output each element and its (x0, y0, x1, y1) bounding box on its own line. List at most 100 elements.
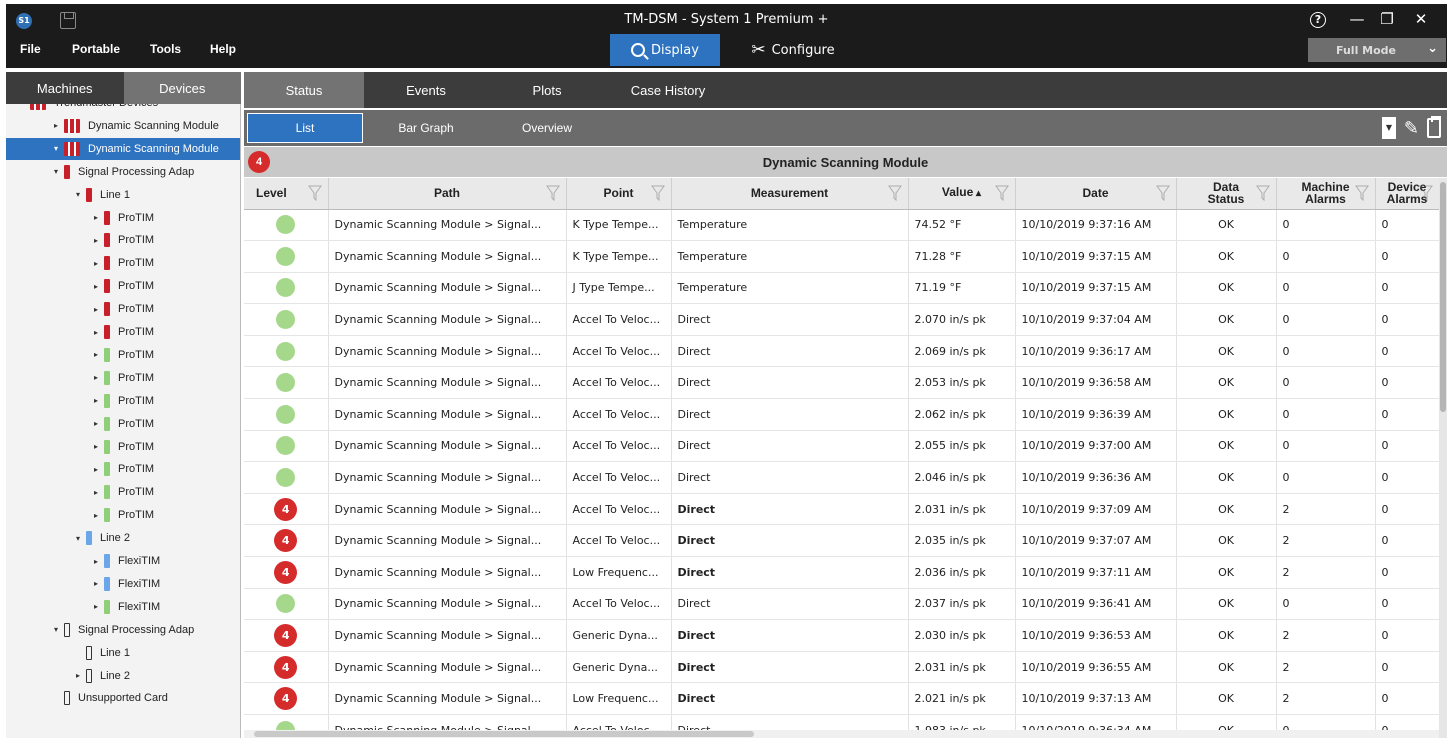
tree-item[interactable]: Unsupported Card (54, 687, 168, 709)
tree-item[interactable]: ▸ ProTIM (94, 321, 154, 343)
expand-right-icon[interactable]: ▸ (76, 671, 86, 680)
expand-right-icon[interactable]: ▸ (94, 419, 104, 428)
vertical-scrollbar[interactable] (1439, 178, 1447, 738)
restore-icon[interactable]: ❐ (1376, 10, 1398, 28)
close-icon[interactable]: ✕ (1410, 10, 1432, 28)
expand-down-icon[interactable]: ▾ (76, 534, 86, 543)
tree-item[interactable]: ▸ FlexiTIM (94, 596, 160, 618)
scroll-thumb[interactable] (1440, 182, 1446, 412)
expand-right-icon[interactable]: ▸ (94, 511, 104, 520)
expand-right-icon[interactable]: ▸ (94, 557, 104, 566)
table-row[interactable]: Dynamic Scanning Module > Signal... K Typ… (244, 240, 1439, 273)
tab-plots[interactable]: Plots (488, 72, 606, 108)
expand-right-icon[interactable]: ▸ (54, 121, 64, 130)
expand-down-icon[interactable]: ▾ (54, 167, 64, 176)
tree-item[interactable]: Line 1 (76, 642, 130, 664)
filter-icon[interactable] (1418, 185, 1433, 202)
tree-item[interactable]: ▸ ProTIM (94, 275, 154, 297)
expand-right-icon[interactable]: ▸ (94, 602, 104, 611)
help-icon[interactable]: ? (1310, 12, 1326, 28)
expand-down-icon[interactable]: ▾ (54, 144, 64, 153)
column-header[interactable]: Point (566, 178, 672, 210)
column-header[interactable]: Data Status (1176, 178, 1277, 210)
column-header[interactable]: Machine Alarms (1276, 178, 1376, 210)
tree-item[interactable]: ▸ ProTIM (94, 207, 154, 229)
tree-item[interactable]: ▸ ProTIM (94, 367, 154, 389)
tree-item[interactable]: ▾ Signal Processing Adap (54, 161, 194, 183)
tree-item[interactable]: ▸ ProTIM (94, 390, 154, 412)
expand-right-icon[interactable]: ▸ (94, 305, 104, 314)
configure-button[interactable]: ✂ Configure (738, 34, 848, 66)
expand-right-icon[interactable]: ▸ (94, 373, 104, 382)
horizontal-scrollbar[interactable] (244, 730, 1439, 738)
tab-overview[interactable]: Overview (488, 113, 606, 143)
filter-icon[interactable] (1155, 185, 1170, 202)
tree-item[interactable]: ▸ FlexiTIM (94, 573, 160, 595)
expand-right-icon[interactable]: ▸ (94, 350, 104, 359)
tree-item[interactable]: ▾ Dynamic Scanning Module (6, 137, 240, 160)
scroll-thumb[interactable] (254, 731, 754, 737)
filter-icon[interactable] (545, 185, 560, 202)
table-row[interactable]: 4 Dynamic Scanning Module > Signal... Acce… (244, 524, 1439, 558)
expand-right-icon[interactable]: ▸ (94, 259, 104, 268)
tab-status[interactable]: Status (244, 72, 364, 108)
tree-item[interactable]: ▸ ProTIM (94, 252, 154, 274)
tree-item[interactable]: ▸ ProTIM (94, 436, 154, 458)
menu-help[interactable]: Help (210, 42, 236, 56)
filter-icon[interactable] (1255, 185, 1270, 202)
filter-icon[interactable] (994, 185, 1009, 202)
clipboard-icon[interactable] (1427, 116, 1441, 138)
column-header[interactable]: Path (328, 178, 567, 210)
expand-right-icon[interactable]: ▸ (94, 442, 104, 451)
tree-item[interactable]: ▸ ProTIM (94, 229, 154, 251)
column-header[interactable]: Measurement (671, 178, 909, 210)
table-row[interactable]: Dynamic Scanning Module > Signal...Accel… (244, 335, 1439, 368)
minimize-icon[interactable]: — (1346, 10, 1368, 28)
filter-icon[interactable] (650, 185, 665, 202)
expand-right-icon[interactable]: ▸ (94, 282, 104, 291)
table-row[interactable]: Dynamic Scanning Module > Signal...Accel… (244, 366, 1439, 400)
menu-tools[interactable]: Tools (150, 42, 181, 56)
table-row[interactable]: Dynamic Scanning Module > Signal... J Typ… (244, 272, 1439, 305)
menu-file[interactable]: File (20, 42, 41, 56)
tree-item[interactable]: ▸ ProTIM (94, 458, 154, 480)
table-row[interactable]: Dynamic Scanning Module > Signal...Accel… (244, 461, 1439, 494)
expand-down-icon[interactable]: ▾ (76, 190, 86, 199)
expand-right-icon[interactable]: ▸ (94, 236, 104, 245)
filter-icon[interactable] (307, 185, 322, 202)
tree-item[interactable]: ▸ Line 2 (76, 665, 130, 687)
table-row[interactable]: 4 Dynamic Scanning Module > Signal... Low … (244, 556, 1439, 589)
column-header[interactable]: Date (1015, 178, 1177, 210)
tree-item[interactable]: Trendmaster Devices (20, 104, 158, 114)
menu-portable[interactable]: Portable (72, 42, 120, 56)
pencil-icon[interactable]: ✎ (1404, 118, 1419, 139)
filter-icon[interactable] (1354, 185, 1369, 202)
tree-item[interactable]: ▾ Line 2 (76, 527, 130, 549)
column-header[interactable]: Level (244, 178, 329, 210)
expand-right-icon[interactable]: ▸ (94, 488, 104, 497)
tree-item[interactable]: ▾ Signal Processing Adap (54, 619, 194, 641)
tab-list[interactable]: List (247, 113, 363, 143)
tree-item[interactable]: ▸ Dynamic Scanning Module (54, 115, 219, 137)
expand-right-icon[interactable]: ▸ (94, 579, 104, 588)
tree-item[interactable]: ▸ ProTIM (94, 344, 154, 366)
table-row[interactable]: Dynamic Scanning Module > Signal...Accel… (244, 430, 1439, 463)
mode-select[interactable]: Full Mode ⌄ (1308, 38, 1446, 62)
expand-down-icon[interactable]: ▾ (54, 625, 64, 634)
tree-item[interactable]: ▸ ProTIM (94, 298, 154, 320)
tree-item[interactable]: ▸ ProTIM (94, 481, 154, 503)
tree-item[interactable]: ▸ FlexiTIM (94, 550, 160, 572)
expand-right-icon[interactable]: ▸ (94, 328, 104, 337)
table-row[interactable]: Dynamic Scanning Module > Signal... K Typ… (244, 209, 1439, 242)
expand-right-icon[interactable]: ▸ (94, 465, 104, 474)
table-row[interactable]: 4 Dynamic Scanning Module > Signal... Acce… (244, 493, 1439, 526)
table-row[interactable]: Dynamic Scanning Module > Signal...Accel… (244, 398, 1439, 431)
tree-item[interactable]: ▾ Line 1 (76, 184, 130, 206)
expand-right-icon[interactable]: ▸ (94, 213, 104, 222)
tree-item[interactable]: ▸ ProTIM (94, 504, 154, 526)
tab-devices[interactable]: Devices (123, 72, 241, 104)
table-row[interactable]: 4 Dynamic Scanning Module > Signal... Low … (244, 682, 1439, 715)
column-header[interactable]: Value ▴ (908, 178, 1016, 210)
display-button[interactable]: Display (610, 34, 720, 66)
tab-events[interactable]: Events (364, 72, 488, 108)
